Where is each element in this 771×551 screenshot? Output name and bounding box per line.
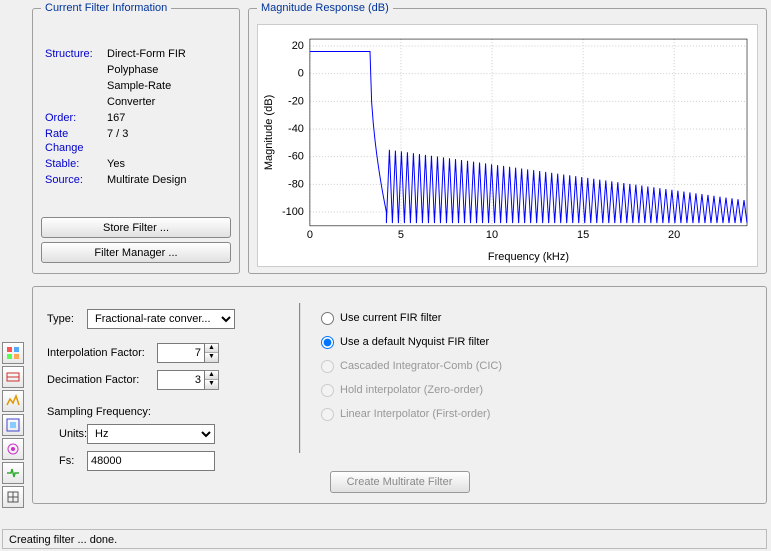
tool-btn-2[interactable]	[2, 366, 24, 388]
fs-label: Fs:	[47, 455, 87, 467]
svg-text:20: 20	[292, 40, 304, 52]
svg-text:15: 15	[577, 229, 589, 241]
sf-heading: Sampling Frequency:	[47, 406, 257, 418]
radio-linear	[321, 408, 334, 421]
radio-default-nyquist[interactable]	[321, 336, 334, 349]
svg-text:0: 0	[307, 229, 313, 241]
fs-input[interactable]	[87, 451, 215, 471]
svg-text:-40: -40	[288, 123, 304, 135]
status-bar: Creating filter ... done.	[2, 529, 767, 549]
svg-text:-80: -80	[288, 178, 304, 190]
filter-manager-button[interactable]: Filter Manager ...	[41, 242, 231, 263]
interp-spinner[interactable]: ▲▼	[157, 343, 219, 363]
tool-btn-5[interactable]	[2, 438, 24, 460]
tool-btn-4[interactable]	[2, 414, 24, 436]
stable-value: Yes	[105, 156, 229, 172]
multirate-params-panel: Type: Fractional-rate conver... Interpol…	[32, 286, 767, 504]
type-select[interactable]: Fractional-rate conver...	[87, 309, 235, 329]
svg-text:Frequency (kHz): Frequency (kHz)	[488, 251, 569, 263]
magnitude-response-panel: Magnitude Response (dB) 0 5 10 15 20 20 0 -20 -4…	[248, 2, 767, 274]
tool-btn-1[interactable]	[2, 342, 24, 364]
filter-info-panel: Current Filter Information Structure:Dir…	[32, 2, 240, 274]
decim-input[interactable]	[157, 370, 205, 390]
interp-input[interactable]	[157, 343, 205, 363]
structure-label: Structure:	[43, 46, 105, 62]
svg-text:Magnitude (dB): Magnitude (dB)	[263, 95, 275, 170]
radio-current-fir[interactable]	[321, 312, 334, 325]
svg-text:-60: -60	[288, 151, 304, 163]
spin-down-icon[interactable]: ▼	[205, 380, 218, 389]
tool-btn-7[interactable]	[2, 486, 24, 508]
magnitude-chart: 0 5 10 15 20 20 0 -20 -40 -60 -80 -100 Frequency (kH…	[257, 24, 758, 267]
order-value: 167	[105, 110, 229, 126]
tool-btn-6[interactable]	[2, 462, 24, 484]
svg-text:-100: -100	[282, 206, 304, 218]
source-label: Source:	[43, 172, 105, 188]
radio-cic	[321, 360, 334, 373]
stable-label: Stable:	[43, 156, 105, 172]
rate-label: Rate Change	[43, 126, 105, 156]
interp-label: Interpolation Factor:	[47, 347, 157, 359]
svg-text:20: 20	[668, 229, 680, 241]
radio-hold	[321, 384, 334, 397]
structure-value: Direct-Form FIR	[105, 46, 229, 62]
spin-up-icon[interactable]: ▲	[205, 344, 218, 353]
mag-resp-legend: Magnitude Response (dB)	[257, 2, 393, 14]
svg-text:10: 10	[486, 229, 498, 241]
order-label: Order:	[43, 110, 105, 126]
svg-text:-20: -20	[288, 95, 304, 107]
decim-spinner[interactable]: ▲▼	[157, 370, 219, 390]
tool-sidebar	[2, 340, 30, 510]
store-filter-button[interactable]: Store Filter ...	[41, 217, 231, 238]
spin-down-icon[interactable]: ▼	[205, 353, 218, 362]
rate-value: 7 / 3	[105, 126, 229, 156]
create-multirate-button[interactable]: Create Multirate Filter	[330, 471, 470, 493]
units-label: Units:	[47, 428, 87, 440]
spin-up-icon[interactable]: ▲	[205, 371, 218, 380]
svg-text:5: 5	[398, 229, 404, 241]
decim-label: Decimation Factor:	[47, 374, 157, 386]
svg-text:0: 0	[298, 68, 304, 80]
type-label: Type:	[47, 313, 87, 325]
tool-btn-3[interactable]	[2, 390, 24, 412]
filter-info-legend: Current Filter Information	[41, 2, 171, 14]
source-value: Multirate Design	[105, 172, 229, 188]
units-select[interactable]: Hz	[87, 424, 215, 444]
filter-info-props: Structure:Direct-Form FIR Polyphase Samp…	[41, 22, 231, 215]
